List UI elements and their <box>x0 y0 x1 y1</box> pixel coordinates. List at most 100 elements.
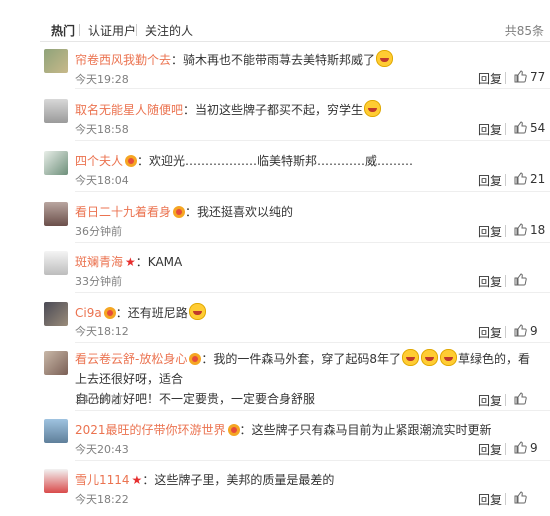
comment-divider <box>75 460 550 461</box>
comment-username[interactable]: 取名无能星人随便吧 <box>75 103 183 117</box>
comment-divider <box>75 88 550 89</box>
comment-text: ：这些牌子里，美邦的质量是最差的 <box>142 473 335 487</box>
tab-following[interactable]: 关注的人 <box>145 22 193 39</box>
vip-badge-icon <box>189 353 202 365</box>
vip-badge-icon <box>103 307 116 319</box>
avatar[interactable] <box>44 469 68 493</box>
reply-button[interactable]: 回复 <box>478 324 502 341</box>
comment-time: 34分钟前 <box>75 393 122 406</box>
comment-text: ：欢迎光………………临美特斯邦…………威……… <box>137 154 414 168</box>
reply-button[interactable]: 回复 <box>478 491 502 508</box>
action-divider <box>505 394 506 406</box>
comment-text: ：骑木再也不能带雨荨去美特斯邦威了 <box>171 53 376 67</box>
comment-username[interactable]: 看云卷云舒-放松身心 <box>75 352 187 366</box>
avatar[interactable] <box>44 49 68 73</box>
thumbs-up-icon <box>514 172 527 185</box>
comment-divider <box>75 191 550 192</box>
avatar[interactable] <box>44 302 68 326</box>
reply-button[interactable]: 回复 <box>478 172 502 189</box>
comment-username[interactable]: 斑斓青海 <box>75 255 123 269</box>
comment-username[interactable]: 2021最旺的仔带你环游世界 <box>75 423 226 437</box>
comment-text: ：我的一件森马外套，穿了起码8年了 <box>201 352 401 366</box>
tabs-divider <box>40 41 550 42</box>
comment-time: 今天20:43 <box>75 443 129 456</box>
action-divider <box>505 443 506 455</box>
action-divider <box>505 174 506 186</box>
reply-button[interactable]: 回复 <box>478 273 502 290</box>
reply-button[interactable]: 回复 <box>478 121 502 138</box>
laugh-emoji-icon <box>364 100 382 117</box>
star-badge-icon: ★ <box>131 473 143 487</box>
comment-username[interactable]: 帘卷西风我勤个去 <box>75 53 171 67</box>
like-button[interactable]: 77 <box>514 70 545 84</box>
vip-badge-icon <box>173 206 186 218</box>
comment-time: 今天18:12 <box>75 325 129 338</box>
like-button[interactable] <box>514 392 530 406</box>
comment-time: 今天18:22 <box>75 493 129 506</box>
avatar[interactable] <box>44 151 68 175</box>
like-button[interactable]: 18 <box>514 223 545 237</box>
like-button[interactable] <box>514 491 530 505</box>
thumbs-up-icon <box>514 324 527 337</box>
action-divider <box>505 326 506 338</box>
comment-username[interactable]: 看日二十九着看身 <box>75 205 171 219</box>
action-divider <box>505 275 506 287</box>
comment-time: 33分钟前 <box>75 275 122 288</box>
thumbs-up-icon <box>514 70 527 83</box>
like-button[interactable] <box>514 273 530 287</box>
reply-button[interactable]: 回复 <box>478 441 502 458</box>
comment-text: ：当初这些牌子都买不起，穷学生 <box>183 103 364 117</box>
laugh-emoji-icon <box>401 349 419 366</box>
comment-time: 今天18:04 <box>75 174 129 187</box>
thumbs-up-icon <box>514 223 527 236</box>
thumbs-up-icon <box>514 121 527 134</box>
vip-badge-icon <box>125 155 138 167</box>
comment-time: 今天19:28 <box>75 73 129 86</box>
like-count: 77 <box>530 70 546 84</box>
action-divider <box>505 123 506 135</box>
laugh-emoji-icon <box>439 349 457 366</box>
avatar[interactable] <box>44 351 68 375</box>
comment-text: ：还有班尼路 <box>115 306 188 320</box>
thumbs-up-icon <box>514 441 527 454</box>
like-button[interactable]: 54 <box>514 121 545 135</box>
comment-text: ：这些牌子只有森马目前为止紧跟潮流实时更新 <box>239 423 492 437</box>
like-button[interactable]: 21 <box>514 172 545 186</box>
comment-divider <box>75 292 550 293</box>
like-button[interactable]: 9 <box>514 324 538 338</box>
comment-username[interactable]: 四个夫人 <box>75 154 123 168</box>
avatar[interactable] <box>44 99 68 123</box>
like-count: 9 <box>530 324 538 338</box>
comment-divider <box>75 242 550 243</box>
tab-divider <box>79 24 80 36</box>
comment-divider <box>75 410 550 411</box>
reply-button[interactable]: 回复 <box>478 223 502 240</box>
laugh-emoji-icon <box>188 303 206 320</box>
comment-time: 36分钟前 <box>75 225 122 238</box>
laugh-emoji-icon <box>376 50 394 67</box>
avatar[interactable] <box>44 419 68 443</box>
thumbs-up-icon <box>514 491 527 504</box>
like-button[interactable]: 9 <box>514 441 538 455</box>
thumbs-up-icon <box>514 392 527 405</box>
vip-badge-icon <box>227 424 240 436</box>
star-badge-icon: ★ <box>125 255 136 269</box>
tab-hot[interactable]: 热门 <box>51 22 75 39</box>
thumbs-up-icon <box>514 273 527 286</box>
comment-tabs: 热门 认证用户 关注的人 共85条 <box>0 0 550 44</box>
tab-verified-users[interactable]: 认证用户 <box>88 22 136 39</box>
comment-text: ：我还挺喜欢以纯的 <box>185 205 294 219</box>
reply-button[interactable]: 回复 <box>478 70 502 87</box>
comment-text: ：KAMA <box>135 255 183 269</box>
avatar[interactable] <box>44 251 68 275</box>
avatar[interactable] <box>44 202 68 226</box>
comment-username[interactable]: 雪儿1114 <box>75 473 130 487</box>
like-count: 54 <box>530 121 546 135</box>
reply-button[interactable]: 回复 <box>478 392 502 409</box>
like-count: 18 <box>530 223 546 237</box>
comment-username[interactable]: Ci9a <box>75 306 102 320</box>
laugh-emoji-icon <box>420 349 438 366</box>
tab-divider <box>136 24 137 36</box>
comment-divider <box>75 140 550 141</box>
like-count: 21 <box>530 172 546 186</box>
